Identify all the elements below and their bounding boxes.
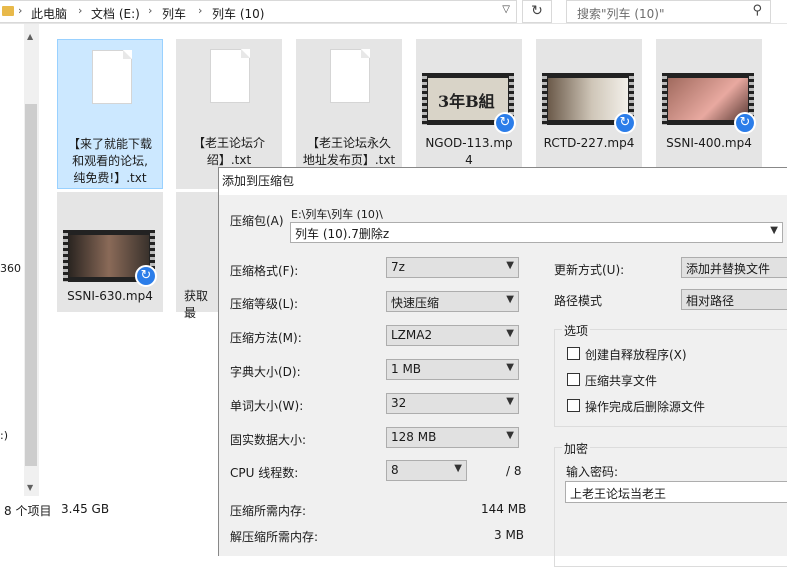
search-icon[interactable]: ⚲ [752, 3, 762, 18]
file-name: SSNI-630.mp4 [67, 289, 153, 303]
breadcrumb-drive[interactable]: 文档 (E:) [91, 5, 140, 22]
media-player-icon: ↻ [614, 112, 636, 134]
text-file-icon [210, 49, 250, 103]
scrollbar-thumb[interactable] [25, 104, 37, 466]
chevron-right-icon[interactable]: › [198, 4, 202, 17]
password-label: 输入密码: [566, 465, 619, 479]
level-label: 压缩等级(L): [230, 297, 299, 311]
navigation-pane: 360 :) ▲ ▼ [0, 24, 40, 496]
nav-fragment[interactable]: :) [0, 429, 8, 442]
cpu-select[interactable]: 8 ▼ [386, 460, 467, 481]
chevron-down-icon[interactable]: ▼ [506, 396, 514, 407]
archive-label: 压缩包(A) [230, 214, 284, 228]
chevron-down-icon[interactable]: ▼ [506, 328, 514, 339]
status-bar: 8 个项目 3.45 GB [0, 497, 220, 521]
dialog-title: 添加到压缩包 [222, 174, 295, 188]
path-mode-select[interactable]: 相对路径 [681, 289, 787, 310]
archive-name-combo[interactable]: 列车 (10).7删除z ▼ [290, 222, 783, 243]
format-label: 压缩格式(F): [230, 264, 299, 278]
word-label: 单词大小(W): [230, 399, 304, 413]
password-value[interactable]: 上老王论坛当老王 [570, 485, 666, 502]
refresh-button[interactable]: ↻ [522, 0, 552, 23]
mem-decomp-label: 解压缩所需内存: [230, 530, 319, 544]
method-select[interactable]: LZMA2 ▼ [386, 325, 519, 346]
archive-name-value[interactable]: 列车 (10).7删除z [295, 225, 389, 242]
cpu-label: CPU 线程数: [230, 466, 299, 480]
scroll-down-arrow-icon[interactable]: ▼ [27, 483, 33, 492]
options-title: 选项 [562, 322, 591, 339]
text-file-icon [330, 49, 370, 103]
chevron-down-icon[interactable]: ▼ [506, 362, 514, 373]
dict-label: 字典大小(D): [230, 365, 301, 379]
method-label: 压缩方法(M): [230, 331, 302, 345]
archive-path: E:\列车\列车 (10)\ [291, 208, 383, 221]
shared-label[interactable]: 压缩共享文件 [585, 372, 657, 389]
file-name: 【来了就能下载 和观看的论坛, 纯免费!】.txt [67, 137, 152, 185]
encryption-title: 加密 [562, 440, 591, 457]
search-input[interactable]: 搜索"列车 (10)" [577, 5, 665, 22]
breadcrumb-this-pc[interactable]: 此电脑 [31, 5, 67, 22]
chevron-down-icon[interactable]: ▼ [506, 294, 514, 305]
thumbnail-caption: 3年B組 [438, 92, 495, 111]
file-tile[interactable]: 【来了就能下载 和观看的论坛, 纯免费!】.txt [57, 39, 163, 189]
chevron-down-icon[interactable]: ▼ [506, 260, 514, 271]
chevron-down-icon[interactable]: ▼ [506, 430, 514, 441]
breadcrumb-current[interactable]: 列车 (10) [212, 5, 264, 22]
chevron-down-icon[interactable]: ▽ [502, 4, 510, 15]
dict-select[interactable]: 1 MB ▼ [386, 359, 519, 380]
text-file-icon [92, 50, 132, 104]
scroll-up-arrow-icon[interactable]: ▲ [27, 32, 33, 41]
nav-fragment[interactable]: 360 [0, 262, 21, 275]
update-select[interactable]: 添加并替换文件 [681, 257, 787, 278]
media-player-icon: ↻ [135, 265, 157, 287]
file-name: 【老王论坛介 绍】.txt [192, 136, 265, 167]
file-tile[interactable]: ↻ SSNI-630.mp4 [57, 192, 163, 312]
explorer-toolbar: › 此电脑 › 文档 (E:) › 列车 › 列车 (10) ▽ ↻ 搜索"列车… [0, 0, 787, 24]
word-select[interactable]: 32 ▼ [386, 393, 519, 414]
chevron-right-icon: › [18, 4, 23, 17]
solid-select[interactable]: 128 MB ▼ [386, 427, 519, 448]
file-tile[interactable]: 获取最 [176, 192, 218, 320]
refresh-icon: ↻ [531, 3, 543, 19]
solid-label: 固实数据大小: [230, 433, 307, 447]
level-select[interactable]: 快速压缩 ▼ [386, 291, 519, 312]
add-to-archive-dialog: 添加到压缩包 压缩包(A) E:\列车\列车 (10)\ 列车 (10).7删除… [218, 167, 787, 567]
breadcrumb-folder[interactable]: 列车 [162, 5, 186, 22]
chevron-down-icon[interactable]: ▼ [770, 225, 778, 236]
file-name: NGOD-113.mp 4 [425, 136, 513, 167]
path-mode-label: 路径模式 [554, 294, 603, 308]
shared-checkbox[interactable] [567, 373, 580, 386]
media-player-icon: ↻ [734, 112, 756, 134]
file-name: SSNI-400.mp4 [666, 136, 752, 150]
sfx-checkbox[interactable] [567, 347, 580, 360]
file-name: RCTD-227.mp4 [543, 136, 635, 150]
folder-icon [2, 6, 14, 16]
format-select[interactable]: 7z ▼ [386, 257, 519, 278]
mem-comp-label: 压缩所需内存: [230, 504, 307, 518]
chevron-down-icon[interactable]: ▼ [454, 463, 462, 474]
media-player-icon: ↻ [494, 112, 516, 134]
delete-source-label[interactable]: 操作完成后删除源文件 [585, 398, 705, 415]
item-count: 8 个项目 [4, 504, 52, 518]
mem-comp-value: 144 MB [481, 502, 527, 516]
dialog-title-bar: 添加到压缩包 [219, 168, 787, 195]
password-input[interactable]: 上老王论坛当老王 [565, 481, 787, 503]
mem-decomp-value: 3 MB [494, 528, 525, 542]
file-name: 获取最 [184, 289, 209, 320]
cpu-total: / 8 [506, 464, 522, 478]
file-name: 【老王论坛永久 地址发布页】.txt [302, 136, 396, 167]
delete-source-checkbox[interactable] [567, 399, 580, 412]
chevron-right-icon[interactable]: › [148, 4, 152, 17]
update-label: 更新方式(U): [554, 263, 625, 277]
sfx-label[interactable]: 创建自释放程序(X) [585, 346, 687, 363]
address-bar[interactable]: › 此电脑 › 文档 (E:) › 列车 › 列车 (10) ▽ [0, 0, 517, 23]
total-size: 3.45 GB [61, 502, 110, 516]
chevron-right-icon[interactable]: › [78, 4, 82, 17]
search-box[interactable]: 搜索"列车 (10)" ⚲ [566, 0, 771, 23]
